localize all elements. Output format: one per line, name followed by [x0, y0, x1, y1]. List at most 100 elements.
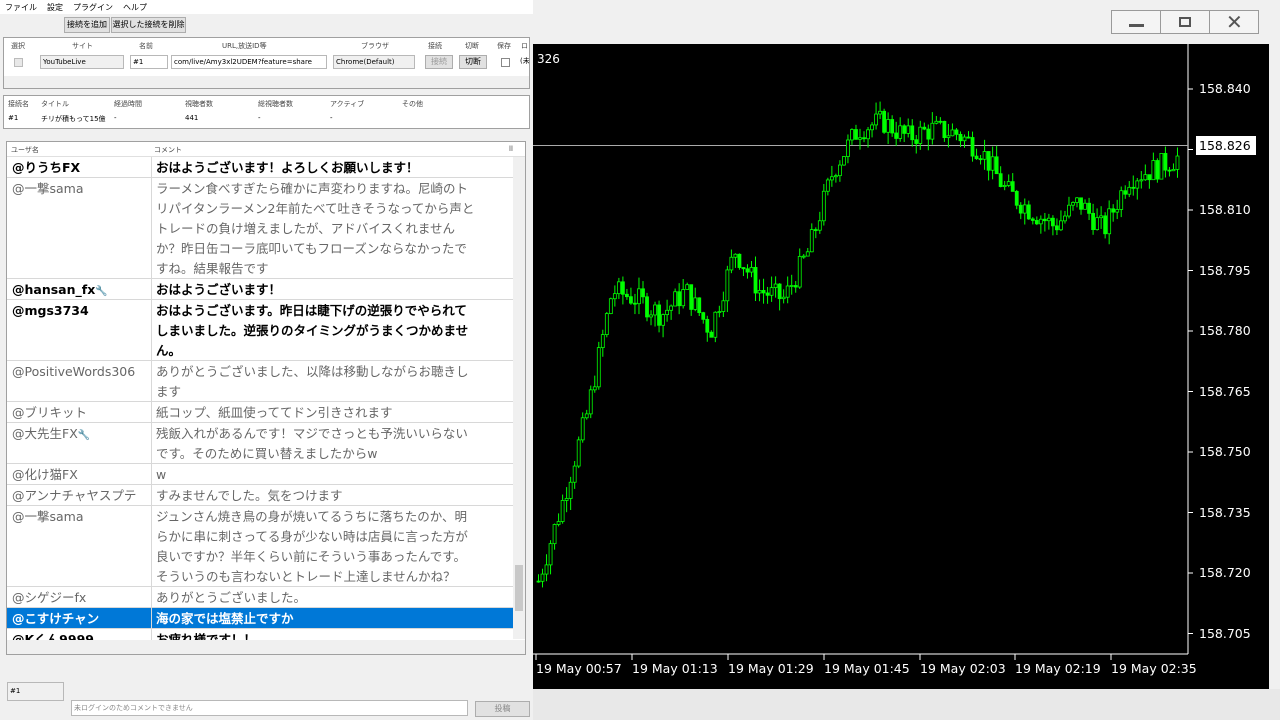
comment-user: @化け猫FX [12, 467, 78, 482]
candle-body [974, 155, 979, 160]
comment-input[interactable]: 未ログインのためコメントできません [71, 700, 468, 716]
comment-row[interactable]: @一撃sama ラーメン食べすぎたら確かに声変わりますね。尼崎のト リパイタンラーメ… [7, 178, 513, 279]
remove-connection-button[interactable]: 選択した接続を削除 [111, 17, 186, 33]
chart-titlebar: ✕ [533, 0, 1280, 44]
connection-hscroll[interactable] [4, 76, 529, 88]
candle-body [890, 119, 895, 134]
candle-body [1147, 174, 1152, 181]
candle-body [858, 137, 862, 140]
comment-vscroll-thumb[interactable] [515, 565, 523, 611]
candle-body [894, 132, 899, 139]
col-disconnect: 切断 [465, 42, 479, 50]
candle-body [793, 285, 798, 288]
connect-button[interactable]: 接続 [425, 55, 453, 69]
post-button[interactable]: 投稿 [475, 701, 530, 717]
candle-body [765, 292, 770, 296]
stat-col-conn: 接続名 [8, 100, 29, 108]
candle-body [745, 268, 750, 273]
comment-list[interactable]: ユーザ名 コメント ll @りうちFX おはようございます！よろしくお願いします！… [6, 141, 526, 655]
name-field[interactable]: #1 [130, 55, 168, 69]
candle-body [1075, 197, 1079, 203]
minimize-icon[interactable] [1111, 10, 1161, 34]
candle-body [556, 521, 561, 525]
candlestick-chart [533, 44, 1193, 660]
candle-body [673, 291, 678, 307]
candle-body [572, 465, 577, 483]
stat-col-title: タイトル [41, 100, 69, 108]
candle-body [1123, 190, 1128, 195]
comment-row[interactable]: @一撃sama ジュンさん焼き鳥の身が焼いてるうちに落ちたのか、明 らかに串に刺さっ… [7, 506, 513, 587]
comment-line: ジュンさん焼き鳥の身が焼いてるうちに落ちたのか、明 [156, 509, 468, 524]
comment-row[interactable]: @PositiveWords306 ありがとうございました、以降は移動しながらお聴… [7, 361, 513, 402]
comment-row[interactable]: @hansan_fx🔧 おはようございます！ [7, 279, 513, 300]
close-icon[interactable]: ✕ [1209, 10, 1259, 34]
y-tick-label: 158.840 [1199, 81, 1251, 96]
comment-line: しまいました。逆張りのタイミングがうまくつかめませ [156, 323, 469, 338]
candle-body [846, 139, 850, 157]
comment-vscroll[interactable] [513, 157, 525, 639]
candle-body [1002, 185, 1007, 187]
candle-body [797, 256, 802, 288]
candle-body [645, 296, 649, 318]
x-tick-label: 19 May 01:45 [824, 661, 910, 676]
comment-user: @一撃sama [12, 181, 84, 196]
candle-body [1099, 215, 1104, 219]
candle-body [677, 291, 682, 307]
browser-select[interactable]: Chrome(Default) [333, 55, 415, 69]
chart-vscroll[interactable] [1269, 44, 1280, 689]
price-chart[interactable]: 326 158.840158.825158.810158.795158.7801… [533, 44, 1269, 689]
site-select[interactable]: YouTubeLive [40, 55, 124, 69]
add-connection-button[interactable]: 接続を追加 [64, 17, 110, 33]
comment-user: @大先生FX🔧 [12, 426, 91, 441]
y-tick-label: 158.735 [1199, 504, 1251, 520]
menu-bar: ファイル 設定 プラグイン ヘルプ [0, 0, 533, 14]
candle-body [930, 122, 935, 140]
comment-row[interactable]: @アンナチャヤスプテ すみませんでした。気をつけます [7, 485, 513, 506]
candle-body [842, 156, 846, 166]
comment-line: すみませんでした。気をつけます [156, 488, 343, 503]
candle-body [1059, 220, 1063, 231]
url-field[interactable]: com/live/Amy3xl2UDEM?feature=share [171, 55, 327, 69]
candle-body [1067, 204, 1071, 217]
candle-body [1038, 218, 1043, 225]
candle-body [733, 253, 738, 258]
comment-user: @りうちFX [12, 160, 81, 175]
select-checkbox[interactable] [14, 58, 23, 67]
y-tick-label: 158.810 [1199, 202, 1251, 217]
candle-body [870, 124, 874, 131]
candle-body [986, 151, 991, 171]
candle-body [1151, 160, 1156, 181]
comment-row[interactable]: @mgs3734 おはようございます。昨日は睫下げの逆張りでやられて しまいました。… [7, 300, 513, 361]
candle-body [1042, 218, 1047, 222]
disconnect-button[interactable]: 切断 [459, 55, 487, 69]
comment-line: おはようございます！よろしくお願いします！ [156, 160, 419, 175]
candle-body [1115, 209, 1120, 213]
comment-hscroll[interactable] [7, 640, 525, 654]
comment-row[interactable]: @ブリキット 紙コップ、紙皿使っててドン引きされます [7, 402, 513, 423]
candle-body [693, 297, 698, 310]
connection-select[interactable]: #1 [7, 682, 64, 701]
candle-body [1095, 217, 1100, 231]
candle-body [1034, 220, 1039, 225]
comment-row[interactable]: @大先生FX🔧 残飯入れがあるんです！マジでさっとも予洗いいらない です。そのために… [7, 423, 513, 464]
comment-row[interactable]: @シゲジーfx ありがとうございました。 [7, 587, 513, 608]
restore-icon[interactable] [1160, 10, 1210, 34]
candle-body [1159, 153, 1164, 180]
y-tick-label: 158.780 [1199, 323, 1251, 338]
candle-body [850, 129, 854, 141]
menu-help[interactable]: ヘルプ [118, 0, 152, 15]
candle-body [536, 580, 541, 583]
menu-settings[interactable]: 設定 [42, 0, 68, 15]
comment-row[interactable]: @こすけチャン 海の家では塩禁止ですか [7, 608, 513, 629]
menu-plugin[interactable]: プラグイン [68, 0, 118, 15]
candle-body [801, 255, 806, 258]
comment-row[interactable]: @化け猫FX w [7, 464, 513, 485]
candle-body [1155, 160, 1160, 180]
save-checkbox[interactable] [501, 58, 510, 67]
candle-body [809, 229, 814, 253]
column-divider [151, 402, 152, 422]
candle-body [910, 125, 915, 141]
comment-row[interactable]: @りうちFX おはようございます！よろしくお願いします！ [7, 157, 513, 178]
menu-file[interactable]: ファイル [0, 0, 42, 15]
candle-body [1167, 169, 1172, 172]
